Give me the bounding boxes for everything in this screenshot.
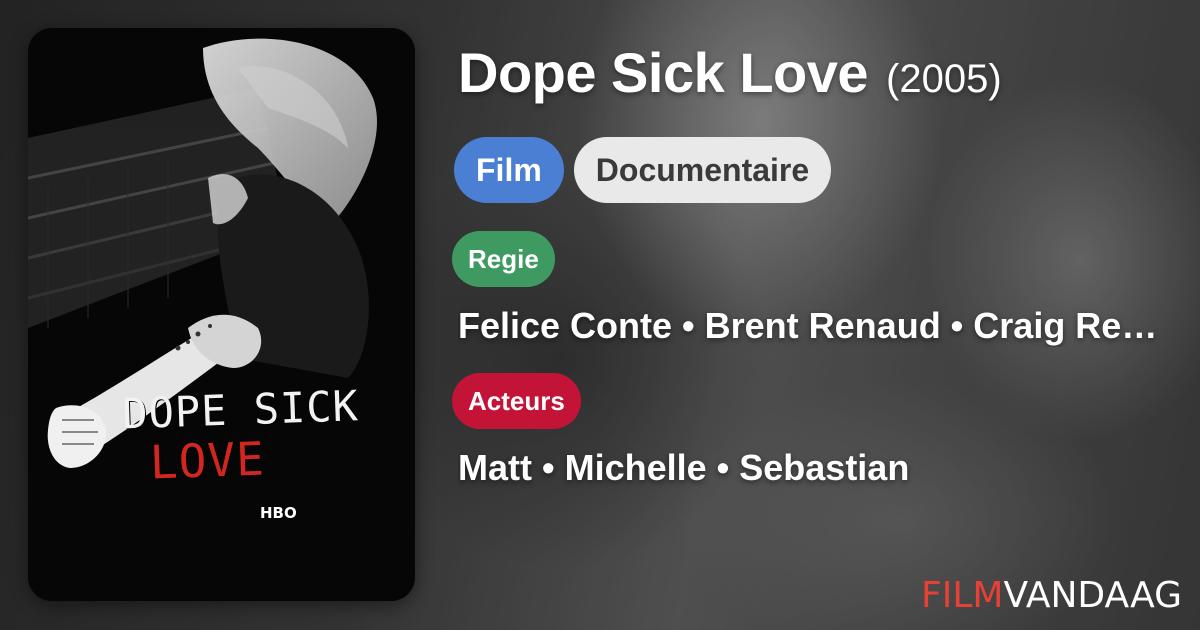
- site-logo-part2: VANDAAG: [1003, 575, 1183, 616]
- movie-title: Dope Sick Love: [458, 41, 869, 104]
- poster-title: DOPE SICK LOVE: [28, 379, 415, 493]
- site-logo: FILMVANDAAG: [921, 575, 1182, 616]
- hbo-logo: HBO: [260, 504, 297, 522]
- movie-poster: DOPE SICK LOVE HBO: [28, 28, 415, 601]
- movie-info: Dope Sick Love (2005) Film Documentaire …: [452, 40, 1180, 489]
- genre-chip[interactable]: Documentaire: [573, 137, 832, 203]
- directors-list: Felice Conte • Brent Renaud • Craig Rena…: [458, 305, 1170, 346]
- share-card: DOPE SICK LOVE HBO Dope Sick Love (2005)…: [0, 0, 1200, 630]
- site-logo-part1: FILM: [921, 575, 1004, 616]
- cast-label: Acteurs: [452, 373, 581, 429]
- movie-year: (2005): [886, 57, 1002, 101]
- poster-artwork: [28, 28, 415, 601]
- category-chips: Film Documentaire: [454, 137, 1180, 203]
- cast-list: Matt • Michelle • Sebastian: [458, 447, 910, 488]
- directors-label: Regie: [452, 231, 555, 287]
- type-chip[interactable]: Film: [454, 137, 564, 203]
- title-row: Dope Sick Love (2005): [458, 40, 1180, 105]
